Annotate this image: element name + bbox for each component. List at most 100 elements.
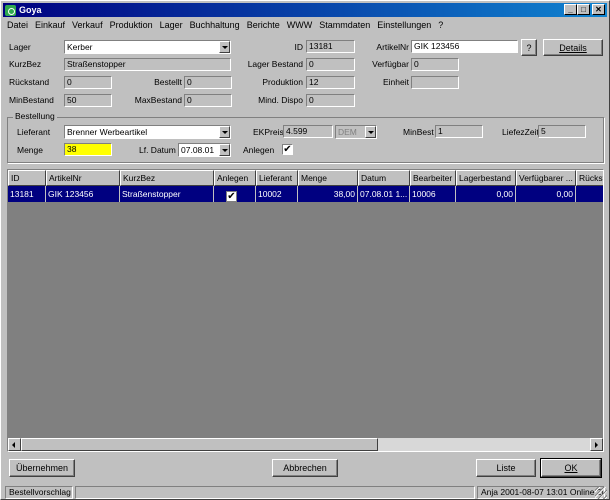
scroll-right-icon[interactable] xyxy=(590,438,603,451)
column-header-anlegen[interactable]: Anlegen xyxy=(214,170,256,186)
ok-button[interactable]: OK xyxy=(540,458,602,478)
column-header-lieferant[interactable]: Lieferant xyxy=(256,170,298,186)
menu-datei[interactable]: Datei xyxy=(3,20,31,30)
scroll-thumb[interactable] xyxy=(21,438,378,451)
cell-lieferant: 10002 xyxy=(256,186,298,202)
menu-buchhaltung[interactable]: Buchhaltung xyxy=(186,20,243,30)
uebernehmen-button[interactable]: Übernehmen xyxy=(9,459,75,477)
lieferzeit-field: 5 xyxy=(538,125,586,138)
column-header-bearbeiter[interactable]: Bearbeiter xyxy=(410,170,456,186)
menu-www[interactable]: WWW xyxy=(283,20,315,30)
main-window: Goya _ □ ✕ Datei Einkauf Verkauf Produkt… xyxy=(0,0,610,500)
produktion-field: 12 xyxy=(306,76,355,89)
minddispo-field: 0 xyxy=(306,94,355,107)
lager-label: Lager xyxy=(9,42,31,52)
bestellung-title: Bestellung xyxy=(13,111,57,121)
title-bar[interactable]: Goya _ □ ✕ xyxy=(3,3,607,17)
bestellung-group xyxy=(7,117,604,163)
artikelnr-input[interactable]: GIK 123456 xyxy=(411,40,518,53)
lfdatum-label: Lf. Datum xyxy=(139,145,176,155)
bestellt-field: 0 xyxy=(184,76,232,89)
anlegen-label: Anlegen xyxy=(243,145,275,155)
menu-produktion[interactable]: Produktion xyxy=(106,20,156,30)
chevron-down-icon[interactable] xyxy=(365,126,376,138)
menu-stammdaten[interactable]: Stammdaten xyxy=(315,20,373,30)
order-grid: ID ArtikelNr KurzBez Anlegen Lieferant M… xyxy=(7,169,604,452)
lieferzeit-label: LiefezZeit xyxy=(502,127,539,137)
table-row[interactable]: 13181 GIK 123456 Straßenstopper ✔ 10002 … xyxy=(8,186,603,202)
column-header-id[interactable]: ID xyxy=(8,170,46,186)
menu-einstellungen[interactable]: Einstellungen xyxy=(373,20,434,30)
column-header-rueckst[interactable]: Rückst xyxy=(576,170,603,186)
lfdatum-picker[interactable]: 07.08.01 xyxy=(178,143,231,157)
einheit-field xyxy=(411,76,459,89)
kurzbez-field: Straßenstopper xyxy=(64,58,231,71)
app-icon[interactable] xyxy=(5,4,16,16)
einheit-label: Einheit xyxy=(383,77,409,87)
column-header-kurzbez[interactable]: KurzBez xyxy=(120,170,214,186)
column-header-verfuegbarer[interactable]: Verfügbarer ... xyxy=(516,170,576,186)
window-controls: _ □ ✕ xyxy=(564,4,605,15)
lieferant-select[interactable]: Brenner Werbeartikel xyxy=(64,125,231,139)
rueckstand-label: Rückstand xyxy=(9,77,50,87)
chevron-down-icon[interactable] xyxy=(219,41,230,53)
cell-menge: 38,00 xyxy=(298,186,358,202)
column-header-menge[interactable]: Menge xyxy=(298,170,358,186)
cell-rueckst xyxy=(576,186,603,202)
chevron-down-icon[interactable] xyxy=(219,126,230,138)
kurzbez-label: KurzBez xyxy=(9,59,42,69)
status-right: Anja 2001-08-07 13:01 Online 200 xyxy=(477,486,605,499)
verfuegbar-field: 0 xyxy=(411,58,459,71)
row-anlegen-checkbox[interactable]: ✔ xyxy=(226,191,237,202)
window-title: Goya xyxy=(19,5,42,15)
cell-verfuegbar: 0,00 xyxy=(516,186,576,202)
lieferant-label: Lieferant xyxy=(17,127,51,137)
help-button[interactable]: ? xyxy=(521,39,537,56)
minbest-field: 1 xyxy=(435,125,483,138)
details-button[interactable]: Details xyxy=(543,39,603,56)
menu-lager[interactable]: Lager xyxy=(156,20,186,30)
status-middle xyxy=(75,486,475,499)
menu-berichte[interactable]: Berichte xyxy=(243,20,283,30)
ekpreis-label: EKPreis xyxy=(253,127,284,137)
anlegen-checkbox[interactable]: ✔ xyxy=(282,144,293,155)
liste-button[interactable]: Liste xyxy=(476,459,536,477)
minimize-button[interactable]: _ xyxy=(564,4,577,15)
maximize-button[interactable]: □ xyxy=(577,4,590,15)
column-header-lagerbestand[interactable]: Lagerbestand xyxy=(456,170,516,186)
cell-kurzbez: Straßenstopper xyxy=(120,186,214,202)
rueckstand-field: 0 xyxy=(64,76,112,89)
menge-input[interactable]: 38 xyxy=(64,143,112,156)
currency-select[interactable]: DEM xyxy=(335,125,377,139)
minbest-label: MinBest xyxy=(403,127,434,137)
currency-select-value: DEM xyxy=(338,127,357,137)
cell-artikelnr: GIK 123456 xyxy=(46,186,120,202)
horizontal-scrollbar[interactable] xyxy=(8,438,603,451)
cell-bearbeiter: 10006 xyxy=(410,186,456,202)
minddispo-label: Mind. Dispo xyxy=(258,95,303,105)
column-header-artikelnr[interactable]: ArtikelNr xyxy=(46,170,120,186)
status-left: Bestellvorschlag xyxy=(5,486,73,499)
id-label: ID xyxy=(294,42,304,52)
menu-help[interactable]: ? xyxy=(434,20,446,30)
maxbestand-label: MaxBestand xyxy=(134,95,182,105)
scroll-left-icon[interactable] xyxy=(8,438,21,451)
lager-select[interactable]: Kerber xyxy=(64,40,231,54)
chevron-down-icon[interactable] xyxy=(219,144,230,156)
artikelnr-label: ArtikelNr xyxy=(376,42,409,52)
status-bar: Bestellvorschlag Anja 2001-08-07 13:01 O… xyxy=(3,486,607,499)
resize-grip-icon[interactable] xyxy=(595,487,607,499)
minbestand-field: 50 xyxy=(64,94,112,107)
cell-lagerbestand: 0,00 xyxy=(456,186,516,202)
column-header-datum[interactable]: Datum xyxy=(358,170,410,186)
close-button[interactable]: ✕ xyxy=(592,4,605,15)
lagerbestand-field: 0 xyxy=(306,58,355,71)
cell-id: 13181 xyxy=(8,186,46,202)
produktion-label: Produktion xyxy=(262,77,303,87)
menu-einkauf[interactable]: Einkauf xyxy=(31,20,68,30)
ekpreis-field: 4.599 xyxy=(283,125,333,138)
menu-verkauf[interactable]: Verkauf xyxy=(68,20,106,30)
cell-anlegen: ✔ xyxy=(214,186,256,202)
lfdatum-value: 07.08.01 xyxy=(181,145,215,155)
abbrechen-button[interactable]: Abbrechen xyxy=(272,459,338,477)
